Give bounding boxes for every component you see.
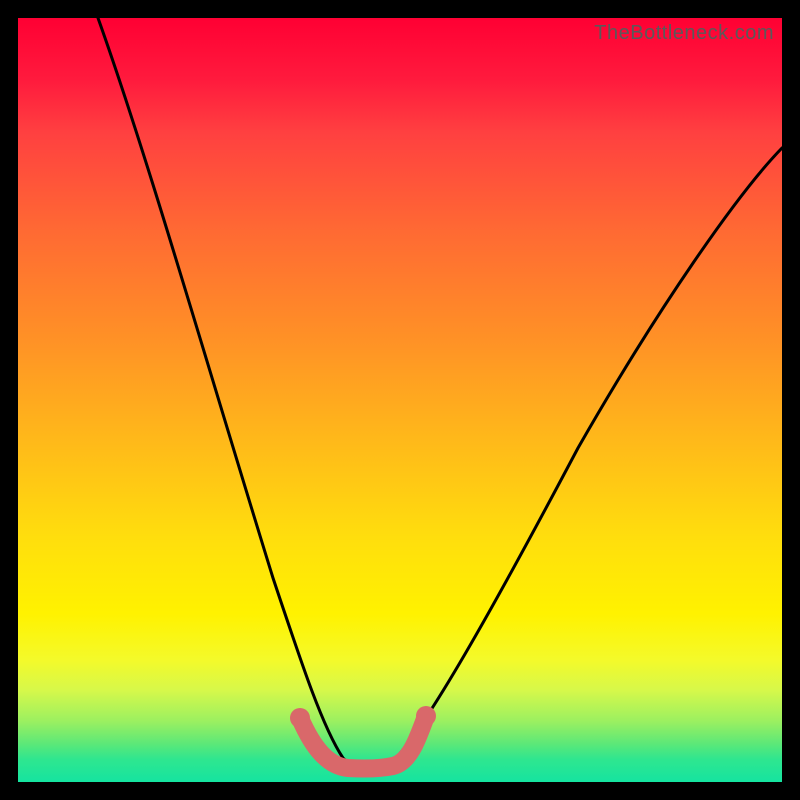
optimal-band-dot-left: [290, 708, 310, 728]
chart-frame: TheBottleneck.com: [0, 0, 800, 800]
optimal-band-dot-right: [416, 706, 436, 726]
optimal-band-path: [300, 716, 426, 769]
plot-area: TheBottleneck.com: [18, 18, 782, 782]
curve-layer: [18, 18, 782, 782]
bottleneck-curve-path: [98, 18, 782, 769]
